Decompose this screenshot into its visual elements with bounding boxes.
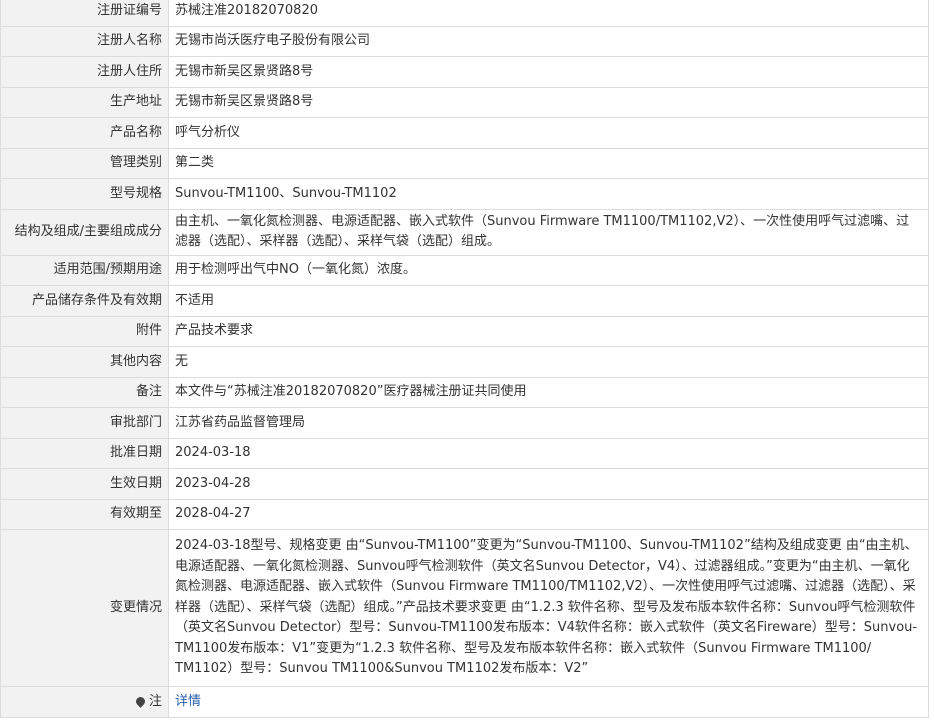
pin-icon: [134, 694, 147, 708]
table-row: 型号规格 Sunvou-TM1100、Sunvou-TM1102: [0, 178, 929, 210]
field-value: 2023-04-28: [168, 468, 929, 500]
table-row: 生产地址 无锡市新吴区景贤路8号: [0, 86, 929, 118]
registration-table: 注册证编号 苏械注准20182070820 注册人名称 无锡市尚沃医疗电子股份有…: [0, 0, 929, 718]
table-row: 管理类别 第二类: [0, 147, 929, 179]
field-value: 由主机、一氧化氮检测器、电源适配器、嵌入式软件（Sunvou Firmware …: [168, 208, 929, 256]
field-value: 不适用: [168, 285, 929, 317]
details-link[interactable]: 详情: [175, 694, 201, 709]
field-value: 2024-03-18: [168, 437, 929, 469]
field-value: 无: [168, 346, 929, 378]
field-value: 第二类: [168, 147, 929, 179]
field-value: 无锡市尚沃医疗电子股份有限公司: [168, 25, 929, 57]
field-value: 呼气分析仪: [168, 117, 929, 149]
table-row: 批准日期 2024-03-18: [0, 437, 929, 469]
table-row: 生效日期 2023-04-28: [0, 468, 929, 500]
field-label: 附件: [0, 315, 169, 347]
field-label: 产品储存条件及有效期: [0, 285, 169, 317]
field-label: 生产地址: [0, 86, 169, 118]
field-value: Sunvou-TM1100、Sunvou-TM1102: [168, 178, 929, 210]
table-row: 其他内容 无: [0, 346, 929, 378]
field-label: 注册人住所: [0, 56, 169, 88]
field-value: 2024-03-18型号、规格变更 由“Sunvou-TM1100”变更为“Su…: [168, 529, 929, 687]
field-label: 备注: [0, 376, 169, 408]
field-label: 有效期至: [0, 498, 169, 530]
note-value-cell: 详情: [168, 686, 929, 718]
table-row: 备注 本文件与“苏械注准20182070820”医疗器械注册证共同使用: [0, 376, 929, 408]
field-value: 用于检测呼出气中NO（一氧化氮）浓度。: [168, 254, 929, 286]
field-value: 无锡市新吴区景贤路8号: [168, 86, 929, 118]
field-label: 产品名称: [0, 117, 169, 149]
table-row: 有效期至 2028-04-27: [0, 498, 929, 530]
table-row: 注册人名称 无锡市尚沃医疗电子股份有限公司: [0, 25, 929, 57]
table-row: 审批部门 江苏省药品监督管理局: [0, 407, 929, 439]
table-row: 适用范围/预期用途 用于检测呼出气中NO（一氧化氮）浓度。: [0, 254, 929, 286]
table-row: 附件 产品技术要求: [0, 315, 929, 347]
note-row: 注 详情: [0, 686, 929, 718]
table-row: 注册证编号 苏械注准20182070820: [0, 0, 929, 27]
field-label: 变更情况: [0, 529, 169, 687]
note-label-cell: 注: [0, 686, 169, 718]
table-row: 产品储存条件及有效期 不适用: [0, 285, 929, 317]
field-value: 本文件与“苏械注准20182070820”医疗器械注册证共同使用: [168, 376, 929, 408]
table-row: 结构及组成/主要组成成分 由主机、一氧化氮检测器、电源适配器、嵌入式软件（Sun…: [0, 208, 929, 256]
note-label: 注: [148, 693, 162, 709]
field-label: 管理类别: [0, 147, 169, 179]
field-value: 产品技术要求: [168, 315, 929, 347]
table-row: 产品名称 呼气分析仪: [0, 117, 929, 149]
field-label: 结构及组成/主要组成成分: [0, 208, 169, 256]
field-label: 注册证编号: [0, 0, 169, 27]
field-label: 批准日期: [0, 437, 169, 469]
field-label: 型号规格: [0, 178, 169, 210]
field-value: 苏械注准20182070820: [168, 0, 929, 27]
field-label: 生效日期: [0, 468, 169, 500]
field-label: 其他内容: [0, 346, 169, 378]
field-value: 无锡市新吴区景贤路8号: [168, 56, 929, 88]
field-label: 适用范围/预期用途: [0, 254, 169, 286]
field-label: 注册人名称: [0, 25, 169, 57]
field-label: 审批部门: [0, 407, 169, 439]
table-row: 注册人住所 无锡市新吴区景贤路8号: [0, 56, 929, 88]
table-row: 变更情况 2024-03-18型号、规格变更 由“Sunvou-TM1100”变…: [0, 529, 929, 687]
field-value: 2028-04-27: [168, 498, 929, 530]
field-value: 江苏省药品监督管理局: [168, 407, 929, 439]
